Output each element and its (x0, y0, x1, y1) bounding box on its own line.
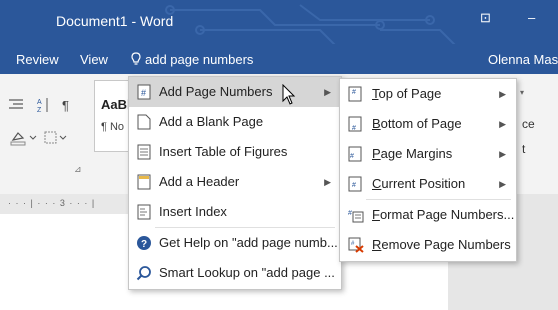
dialog-launcher-icon[interactable]: ⊿ (74, 164, 82, 175)
svg-text:#: # (348, 210, 352, 217)
sort-icon[interactable]: A Z (36, 96, 50, 114)
submenu-arrow-icon: ▶ (499, 179, 506, 189)
menu-item-label: Get Help on "add page numb... (159, 235, 338, 250)
menu-item-label: Insert Index (159, 204, 227, 219)
tab-review[interactable]: Review (16, 52, 59, 67)
page-number-icon: # (137, 84, 151, 100)
svg-text:#: # (352, 89, 356, 96)
bottom-of-page-icon: # (348, 116, 362, 132)
svg-text:#: # (350, 153, 354, 160)
tell-me-results-menu: # Add Page Numbers ▶ Add a Blank Page In… (128, 76, 342, 290)
submenu-item-label: Format Page Numbers... (372, 200, 514, 230)
menu-item-add-header[interactable]: Add a Header ▶ (129, 167, 341, 197)
menu-item-label: Smart Lookup on "add page ... (159, 265, 335, 280)
ruler: · · · | · · · 3 · · · | (0, 194, 130, 214)
menu-item-label: Add a Header (159, 174, 240, 189)
submenu-item-label: Remove Page Numbers (372, 230, 511, 260)
mouse-pointer-icon (282, 84, 296, 105)
submenu-item-label: Page Margins (372, 139, 452, 169)
submenu-arrow-icon: ▶ (499, 89, 506, 99)
label-rest: ottom of Page (380, 116, 462, 131)
borders-icon[interactable] (44, 130, 70, 146)
label-rest: op of Page (378, 86, 442, 101)
tab-view[interactable]: View (80, 52, 108, 67)
window-title: Document1 - Word (56, 13, 174, 29)
submenu-item-format-page-numbers[interactable]: # Format Page Numbers... (340, 200, 516, 230)
access-key: F (372, 207, 380, 222)
blank-page-icon (137, 114, 151, 130)
svg-text:#: # (352, 125, 356, 132)
shading-icon[interactable] (10, 130, 40, 146)
submenu-item-label: Top of Page (372, 79, 441, 109)
tell-me-search[interactable]: add page numbers (131, 52, 253, 67)
top-of-page-icon: # (348, 86, 362, 102)
chevron-down-icon[interactable]: ▾ (520, 88, 524, 97)
page-numbers-submenu: # Top of Page ▶ # Bottom of Page ▶ # Pag… (339, 78, 517, 262)
access-key: R (372, 237, 382, 252)
submenu-arrow-icon: ▶ (499, 149, 506, 159)
align-right-icon[interactable] (8, 98, 26, 112)
submenu-item-label: Current Position (372, 169, 465, 199)
format-page-numbers-icon: # (348, 210, 364, 223)
help-icon: ? (137, 236, 151, 250)
label-rest: emove Page Numbers (381, 237, 511, 252)
ribbon-fragment-replace[interactable]: ce (522, 117, 535, 131)
access-key: C (372, 176, 382, 191)
style-preview: AaBl (101, 97, 131, 112)
lightbulb-icon (131, 52, 141, 65)
submenu-item-page-margins[interactable]: # Page Margins ▶ (340, 139, 516, 169)
access-key: P (372, 146, 381, 161)
tell-me-text: add page numbers (145, 52, 254, 67)
svg-text:#: # (352, 182, 356, 189)
menu-item-label: Insert Table of Figures (159, 144, 288, 159)
table-of-figures-icon (137, 144, 151, 160)
user-name[interactable]: Olenna Mason (488, 52, 558, 67)
ruler-marks: · · · | · · · 3 · · · | (8, 198, 96, 208)
remove-page-numbers-icon: # (348, 237, 364, 253)
menu-item-insert-table-of-figures[interactable]: Insert Table of Figures (129, 137, 341, 167)
label-rest: ormat Page Numbers... (379, 207, 515, 222)
ribbon-tab-row: Review View add page numbers Olenna Maso… (0, 44, 558, 74)
submenu-item-remove-page-numbers[interactable]: # Remove Page Numbers (340, 230, 516, 260)
page-margins-icon: # (348, 146, 362, 162)
label-rest: age Margins (380, 146, 453, 161)
menu-item-get-help[interactable]: ? Get Help on "add page numb... (129, 228, 341, 258)
svg-text:#: # (141, 88, 146, 98)
current-position-icon: # (348, 176, 362, 192)
index-icon (137, 204, 151, 220)
menu-item-label: Add a Blank Page (159, 114, 264, 129)
header-icon (137, 174, 151, 190)
access-key: B (372, 116, 381, 131)
submenu-item-top-of-page[interactable]: # Top of Page ▶ (340, 79, 516, 109)
smart-lookup-icon (136, 266, 151, 281)
menu-item-add-blank-page[interactable]: Add a Blank Page (129, 107, 341, 137)
submenu-item-current-position[interactable]: # Current Position ▶ (340, 169, 516, 199)
menu-item-label: Add Page Numbers (159, 84, 273, 99)
label-rest: urrent Position (381, 176, 466, 191)
pilcrow-icon[interactable]: ¶ (62, 98, 69, 113)
svg-text:?: ? (141, 239, 147, 250)
submenu-arrow-icon: ▶ (324, 87, 331, 97)
ribbon-display-options-icon[interactable]: ⊡ (480, 10, 491, 26)
submenu-item-label: Bottom of Page (372, 109, 462, 139)
menu-item-insert-index[interactable]: Insert Index (129, 197, 341, 227)
submenu-arrow-icon: ▶ (324, 177, 331, 187)
title-bar: Document1 - Word ⊡ – (0, 0, 558, 44)
style-name: ¶ No (101, 121, 125, 133)
menu-item-smart-lookup[interactable]: Smart Lookup on "add page ... (129, 258, 341, 288)
svg-text:Z: Z (37, 107, 42, 114)
menu-item-add-page-numbers[interactable]: # Add Page Numbers ▶ (129, 77, 341, 107)
minimize-button[interactable]: – (528, 10, 535, 25)
ribbon-fragment-select[interactable]: t (522, 142, 525, 156)
submenu-arrow-icon: ▶ (499, 119, 506, 129)
submenu-item-bottom-of-page[interactable]: # Bottom of Page ▶ (340, 109, 516, 139)
svg-text:A: A (37, 99, 42, 106)
